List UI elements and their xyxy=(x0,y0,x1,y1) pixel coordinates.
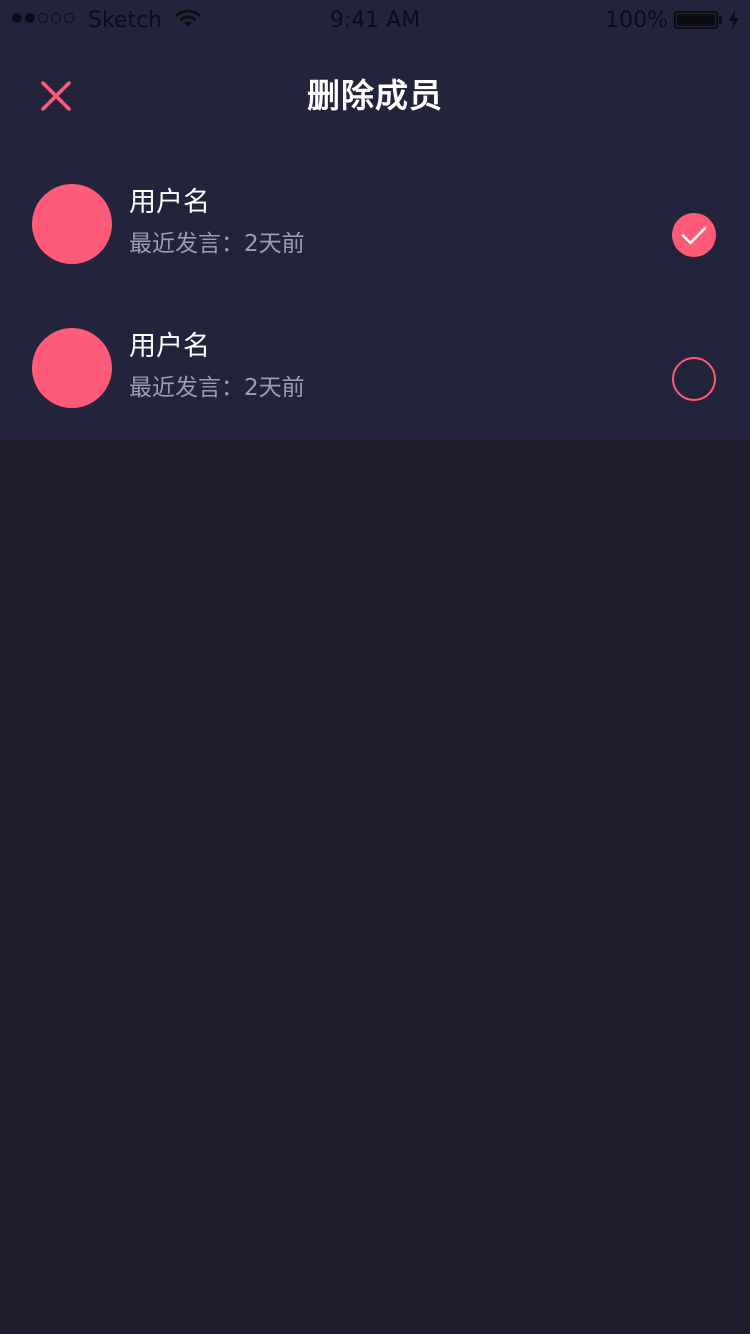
member-row[interactable]: 用户名 最近发言：2天前 xyxy=(0,156,750,300)
avatar xyxy=(32,184,112,264)
member-name: 用户名 xyxy=(129,331,210,362)
page-title: 删除成员 xyxy=(307,76,443,115)
battery-cap xyxy=(719,16,722,24)
status-bar: Sketch 9:41 AM 100% xyxy=(0,0,750,40)
member-row[interactable]: 用户名 最近发言：2天前 xyxy=(0,300,750,444)
member-name: 用户名 xyxy=(129,187,210,218)
member-last-active: 最近发言：2天前 xyxy=(129,231,305,257)
member-last-active: 最近发言：2天前 xyxy=(129,375,305,401)
battery-icon xyxy=(674,11,718,29)
battery-percentage: 100% xyxy=(605,8,668,33)
avatar xyxy=(32,328,112,408)
charging-bolt-icon xyxy=(729,10,739,30)
selected-check-icon[interactable] xyxy=(671,212,717,258)
unselected-circle-icon[interactable] xyxy=(671,356,717,402)
